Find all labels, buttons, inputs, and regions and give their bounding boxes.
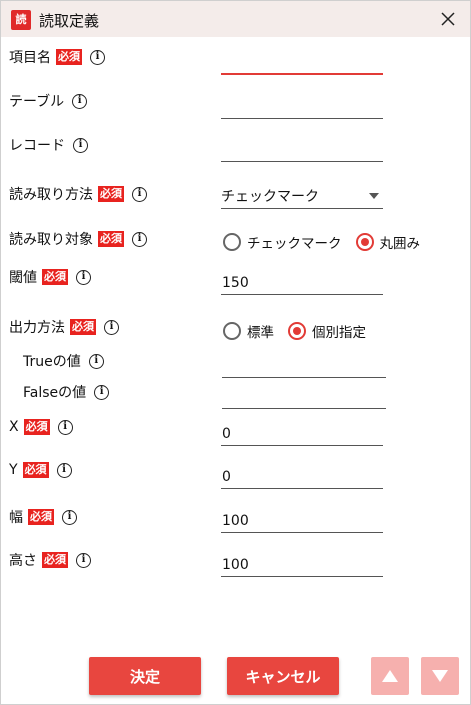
output-method-radio-group: 標準 個別指定 — [223, 321, 366, 341]
read-target-option-check[interactable]: チェックマーク — [223, 232, 342, 252]
cancel-button[interactable]: キャンセル — [227, 657, 339, 695]
arrow-up-icon — [382, 670, 398, 682]
output-method-option-custom[interactable]: 個別指定 — [288, 321, 366, 341]
record-input[interactable] — [221, 138, 383, 162]
y-input[interactable] — [221, 465, 383, 489]
option-label: 標準 — [247, 325, 274, 341]
true-value-label: Trueの値 i — [23, 351, 104, 371]
read-target-label: 読み取り対象 必須 i — [9, 229, 147, 249]
table-text: テーブル — [9, 94, 65, 110]
read-target-radio-group: チェックマーク 丸囲み — [223, 232, 420, 252]
info-icon[interactable]: i — [90, 49, 105, 65]
dialog-window: 読 読取定義 項目名 必須 i テーブル i レコード i 読み取り方法 必須 … — [0, 0, 471, 705]
required-badge: 必須 — [23, 419, 50, 435]
read-method-text: 読み取り方法 — [9, 187, 93, 203]
app-icon: 読 — [11, 10, 31, 30]
info-icon[interactable]: i — [104, 319, 119, 335]
title-bar: 読 読取定義 — [1, 1, 470, 37]
info-icon[interactable]: i — [62, 509, 77, 525]
info-icon[interactable]: i — [72, 93, 88, 109]
info-icon[interactable]: i — [56, 462, 72, 478]
radio-button-selected[interactable] — [355, 233, 374, 251]
read-method-label: 読み取り方法 必須 i — [9, 184, 147, 204]
x-text: X — [9, 419, 19, 435]
info-icon[interactable]: i — [88, 353, 104, 369]
table-label: テーブル i — [9, 91, 88, 111]
item-name-label: 項目名 必須 i — [9, 47, 105, 67]
required-badge: 必須 — [42, 269, 68, 285]
threshold-input[interactable] — [221, 271, 383, 295]
required-badge: 必須 — [98, 186, 124, 202]
false-value-input[interactable] — [222, 385, 386, 409]
read-method-select[interactable]: チェックマーク — [221, 183, 383, 209]
item-name-text: 項目名 — [9, 50, 51, 66]
y-label: Y 必須 i — [9, 462, 72, 478]
record-label: レコード i — [9, 135, 88, 155]
y-text: Y — [9, 462, 18, 478]
required-badge: 必須 — [56, 49, 82, 65]
x-input[interactable] — [221, 422, 383, 446]
ok-button[interactable]: 決定 — [89, 657, 201, 695]
radio-button[interactable] — [223, 233, 241, 251]
close-icon — [441, 12, 455, 26]
threshold-label: 閾値 必須 i — [9, 267, 91, 287]
move-down-button[interactable] — [421, 657, 459, 695]
x-label: X 必須 i — [9, 419, 73, 435]
info-icon[interactable]: i — [57, 419, 73, 435]
read-target-text: 読み取り対象 — [9, 232, 93, 248]
info-icon[interactable]: i — [76, 269, 91, 285]
read-target-option-circle[interactable]: 丸囲み — [355, 232, 421, 252]
record-text: レコード — [9, 138, 65, 154]
info-icon[interactable]: i — [76, 552, 91, 568]
height-text: 高さ — [9, 553, 37, 569]
close-button[interactable] — [436, 7, 460, 31]
false-value-text: Falseの値 — [23, 385, 87, 401]
required-badge: 必須 — [22, 462, 49, 478]
option-label: チェックマーク — [247, 236, 342, 252]
item-name-input[interactable] — [221, 51, 383, 75]
required-badge: 必須 — [98, 231, 124, 247]
read-method-value: チェックマーク — [221, 188, 319, 205]
width-input[interactable] — [221, 509, 383, 533]
true-value-text: Trueの値 — [23, 354, 81, 370]
option-label: 個別指定 — [312, 325, 366, 341]
info-icon[interactable]: i — [132, 231, 147, 247]
output-method-option-standard[interactable]: 標準 — [223, 321, 274, 341]
move-up-button[interactable] — [371, 657, 409, 695]
radio-button-selected[interactable] — [288, 322, 306, 340]
height-label: 高さ 必須 i — [9, 550, 91, 570]
required-badge: 必須 — [42, 552, 68, 568]
chevron-down-icon — [369, 192, 379, 199]
table-input[interactable] — [221, 95, 383, 119]
false-value-label: Falseの値 i — [23, 382, 110, 402]
height-input[interactable] — [221, 553, 383, 577]
output-method-text: 出力方法 — [9, 320, 65, 336]
radio-button[interactable] — [223, 322, 241, 340]
required-badge: 必須 — [70, 319, 96, 335]
width-label: 幅 必須 i — [9, 507, 77, 527]
window-title: 読取定義 — [39, 12, 100, 30]
true-value-input[interactable] — [222, 354, 386, 378]
width-text: 幅 — [9, 510, 23, 526]
required-badge: 必須 — [28, 509, 54, 525]
info-icon[interactable]: i — [94, 384, 110, 400]
output-method-label: 出力方法 必須 i — [9, 317, 119, 337]
info-icon[interactable]: i — [132, 186, 147, 202]
arrow-down-icon — [432, 670, 448, 682]
info-icon[interactable]: i — [73, 137, 88, 153]
threshold-text: 閾値 — [9, 270, 37, 286]
option-label: 丸囲み — [379, 236, 421, 252]
